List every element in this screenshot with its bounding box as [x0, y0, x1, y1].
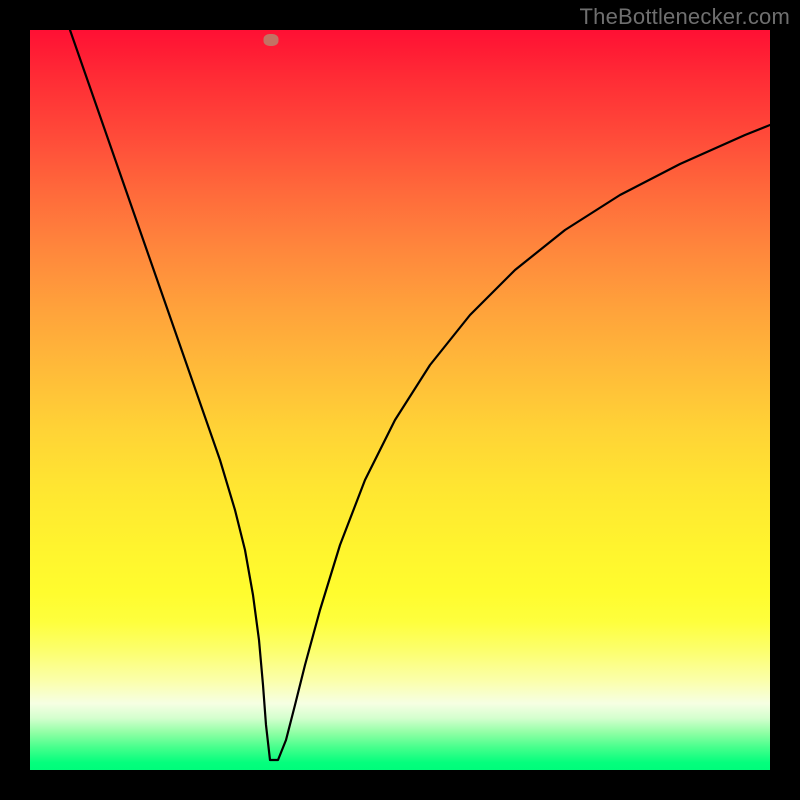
optimal-point-marker	[264, 34, 279, 46]
chart-frame: TheBottlenecker.com	[0, 0, 800, 800]
bottleneck-curve	[70, 30, 770, 760]
plot-area	[30, 30, 770, 770]
curve-svg	[30, 30, 770, 770]
watermark-text: TheBottlenecker.com	[580, 4, 790, 30]
